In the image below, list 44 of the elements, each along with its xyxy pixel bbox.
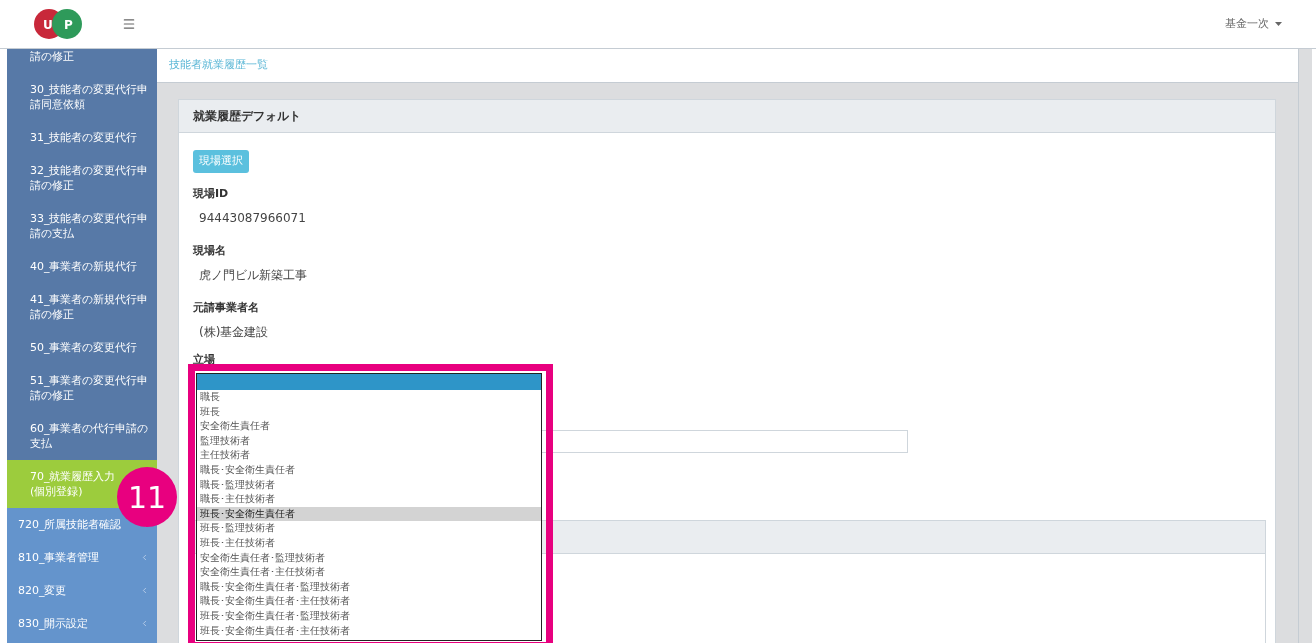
field-value: 虎ノ門ビル新築工事 xyxy=(198,267,308,283)
dropdown-option[interactable]: 班長･主任技術者 xyxy=(197,535,541,551)
dropdown-option[interactable]: 班長･安全衛生責任者･監理技術者 xyxy=(197,608,541,624)
dropdown-list[interactable]: 職長 班長 安全衛生責任者 監理技術者 主任技術者 職長･安全衛生責任者 職長･監理技術者 職長･主任技術者 班長･安全衛生責任者 班長･監理技術者 班長･主任技術者 安全衛生責任者･監理技術者 安全衛生責任者･主任技術者 職長･安全衛生責任者･監理技術者 職長･安全衛生責任者･主任技術者 班長･安全衛生責任者･監理技術者 班長･安全衛生責任者･主任技術者 xyxy=(196,373,542,641)
sidebar-item[interactable]: 31_技能者の変更代行 xyxy=(7,121,157,154)
sidebar-item[interactable]: 請の修正 xyxy=(7,49,157,73)
field-value: 94443087966071 xyxy=(198,210,307,226)
caret-icon xyxy=(1275,22,1282,26)
logo-drawing: U P xyxy=(33,6,85,42)
dropdown-option[interactable]: 安全衛生責任者･監理技術者 xyxy=(197,550,541,566)
field-label: 現場ID xyxy=(193,185,230,201)
sidebar-item[interactable]: 50_事業者の変更代行 xyxy=(7,331,157,364)
chevron-left-icon xyxy=(140,619,149,628)
field-label: 元請事業者名 xyxy=(193,299,260,315)
sidebar-item[interactable]: 30_技能者の変更代行申請同意依頼 xyxy=(7,73,157,121)
dropdown-option[interactable]: 安全衛生責任者･主任技術者 xyxy=(197,565,541,580)
sidebar-item[interactable]: 60_事業者の代行申請の支払 xyxy=(7,412,157,460)
field-value: (株)基金建設 xyxy=(198,324,270,340)
field-label: 現場名 xyxy=(193,242,227,258)
dropdown-option[interactable]: 職長 xyxy=(197,390,541,405)
dropdown-option[interactable]: 職長･安全衛生責任者 xyxy=(197,462,541,478)
sidebar-item[interactable]: 41_事業者の新規代行申請の修正 xyxy=(7,283,157,331)
dropdown-option[interactable]: 職長･安全衛生責任者･主任技術者 xyxy=(197,594,541,609)
chevron-left-icon xyxy=(140,586,149,595)
dropdown-option[interactable]: 班長･安全衛生責任者 xyxy=(197,506,541,522)
sidebar-item[interactable]: 51_事業者の変更代行申請の修正 xyxy=(7,364,157,412)
dropdown-option[interactable]: 班長 xyxy=(197,404,541,420)
sidebar-item[interactable]: 40_事業者の新規代行 xyxy=(7,250,157,283)
menu-icon[interactable] xyxy=(122,17,136,31)
dropdown-option[interactable]: 職長･安全衛生責任者･監理技術者 xyxy=(197,579,541,595)
dropdown-option[interactable]: 職長･主任技術者 xyxy=(197,492,541,507)
dropdown-option[interactable]: 安全衛生責任者 xyxy=(197,419,541,434)
sidebar-item[interactable]: 32_技能者の変更代行申請の修正 xyxy=(7,154,157,202)
dropdown-option[interactable]: 職長･監理技術者 xyxy=(197,477,541,493)
field-label: 立場 xyxy=(193,351,216,367)
user-menu[interactable]: 基金一次 xyxy=(1225,15,1282,33)
sidebar-item[interactable]: 33_技能者の変更代行申請の支払 xyxy=(7,202,157,250)
dropdown-option[interactable]: 監理技術者 xyxy=(197,433,541,449)
chevron-left-icon xyxy=(140,553,149,562)
dropdown-option[interactable]: 班長･監理技術者 xyxy=(197,521,541,536)
dropdown-option[interactable]: 班長･安全衛生責任者･主任技術者 xyxy=(197,623,541,639)
dropdown-option[interactable]: 主任技術者 xyxy=(197,448,541,463)
card-header: 就業履歴デフォルト xyxy=(179,100,1275,133)
scrollbar[interactable] xyxy=(1298,49,1312,643)
